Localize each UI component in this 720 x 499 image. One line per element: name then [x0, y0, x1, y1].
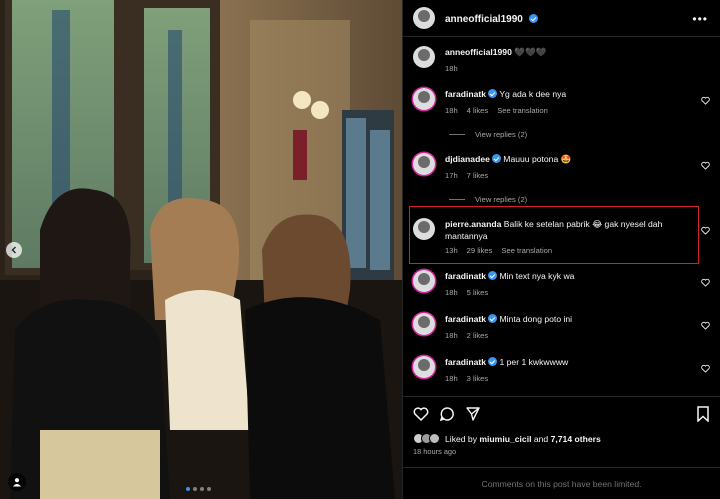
comments-limited-text: Comments on this post have been limited. — [481, 478, 642, 489]
carousel-dot — [200, 487, 204, 491]
liked-by-label: Liked by — [445, 433, 478, 444]
comment-likes[interactable]: 7 likes — [467, 171, 489, 180]
liked-by-and: and — [533, 433, 549, 444]
verified-icon — [488, 89, 498, 98]
see-translation-link[interactable]: See translation — [497, 106, 548, 115]
view-replies-label[interactable]: View replies (2) — [475, 195, 527, 204]
share-icon[interactable] — [465, 406, 481, 422]
liked-by-others[interactable]: 7,714 others — [551, 434, 601, 444]
comment-text: Minta dong poto ini — [499, 314, 573, 324]
comment-text: 1 per 1 kwkwwww — [499, 357, 569, 367]
tag-user-icon — [13, 478, 21, 487]
bookmark-icon[interactable] — [696, 406, 710, 422]
comments-limited-notice: Comments on this post have been limited. — [403, 467, 720, 499]
carousel-dot — [207, 487, 211, 491]
author-username[interactable]: anneofficial1990 — [445, 9, 539, 27]
verified-icon — [529, 14, 539, 23]
post-time[interactable]: 18 hours ago — [413, 447, 710, 456]
caption-time: 18h — [445, 64, 458, 73]
avatar[interactable] — [413, 356, 435, 378]
heart-icon[interactable] — [701, 364, 710, 373]
chevron-left-icon — [11, 246, 16, 254]
avatar[interactable] — [413, 7, 435, 29]
avatar[interactable] — [413, 313, 435, 335]
comment-item: faradinatk 1 per 1 kwkwwww 18h 3 likes — [413, 356, 712, 383]
avatar[interactable] — [413, 88, 435, 110]
comment-item: faradinatk Minta dong poto ini 18h 2 lik… — [413, 313, 712, 340]
previous-photo-button[interactable] — [6, 242, 22, 258]
avatar[interactable] — [413, 153, 435, 175]
comment-time: 18h — [445, 331, 458, 340]
comment-username[interactable]: faradinatk — [445, 314, 486, 324]
heart-icon[interactable] — [701, 278, 710, 287]
replies-divider — [449, 199, 465, 200]
caption-text: 🖤🖤🖤 — [514, 47, 547, 57]
view-replies-label[interactable]: View replies (2) — [475, 130, 527, 139]
heart-icon[interactable] — [701, 321, 710, 330]
heart-icon[interactable] — [701, 161, 710, 170]
verified-icon — [488, 271, 498, 280]
liked-by-user[interactable]: miumiu_cicil — [479, 434, 531, 444]
comment-username[interactable]: faradinatk — [445, 357, 486, 367]
view-replies-link[interactable]: View replies (2) — [449, 195, 527, 204]
carousel-dot — [193, 487, 197, 491]
comment-text: Mauuu potona 🤩 — [503, 154, 572, 164]
comment-username[interactable]: djdianadee — [445, 154, 490, 164]
avatar[interactable] — [413, 270, 435, 292]
comment-likes[interactable]: 2 likes — [467, 331, 489, 340]
comment-highlight-box — [409, 206, 699, 264]
comment-time: 17h — [445, 171, 458, 180]
caption: anneofficial1990 🖤🖤🖤 18h — [413, 46, 712, 73]
author-name[interactable]: anneofficial1990 — [445, 14, 523, 25]
comment-text: Min text nya kyk wa — [499, 271, 575, 281]
more-icon[interactable]: ••• — [692, 12, 708, 26]
carousel-dot — [186, 487, 190, 491]
comment-time: 18h — [445, 374, 458, 383]
likes-summary: Liked by miumiu_cicil and 7,714 others — [413, 433, 710, 444]
heart-icon[interactable] — [413, 406, 429, 422]
comment-item: djdianadee Mauuu potona 🤩 17h 7 likes — [413, 153, 712, 180]
comment-text: Yg ada k dee nya — [499, 89, 567, 99]
comment-icon[interactable] — [439, 406, 455, 422]
caption-username[interactable]: anneofficial1990 — [445, 47, 512, 57]
avatar[interactable] — [413, 46, 435, 68]
comment-likes[interactable]: 4 likes — [467, 106, 489, 115]
view-replies-link[interactable]: View replies (2) — [449, 130, 527, 139]
heart-icon[interactable] — [701, 96, 710, 105]
comment-item: faradinatk Min text nya kyk wa 18h 5 lik… — [413, 270, 712, 297]
photo-image — [0, 0, 402, 499]
heart-icon[interactable] — [701, 226, 710, 235]
carousel-indicator — [186, 487, 211, 491]
post-photo[interactable] — [0, 0, 402, 499]
verified-icon — [491, 154, 501, 163]
post-header: anneofficial1990 ••• — [403, 0, 720, 37]
liker-avatars — [413, 433, 440, 444]
tagged-users-button[interactable] — [8, 473, 26, 491]
comment-likes[interactable]: 5 likes — [467, 288, 489, 297]
comment-likes[interactable]: 3 likes — [467, 374, 489, 383]
comment-time: 18h — [445, 288, 458, 297]
comment-time: 18h — [445, 106, 458, 115]
verified-icon — [488, 314, 498, 323]
replies-divider — [449, 134, 465, 135]
comment-username[interactable]: faradinatk — [445, 89, 486, 99]
comment-item: faradinatk Yg ada k dee nya 18h 4 likes … — [413, 88, 712, 115]
verified-icon — [488, 357, 498, 366]
comment-username[interactable]: faradinatk — [445, 271, 486, 281]
avatar — [429, 433, 440, 444]
